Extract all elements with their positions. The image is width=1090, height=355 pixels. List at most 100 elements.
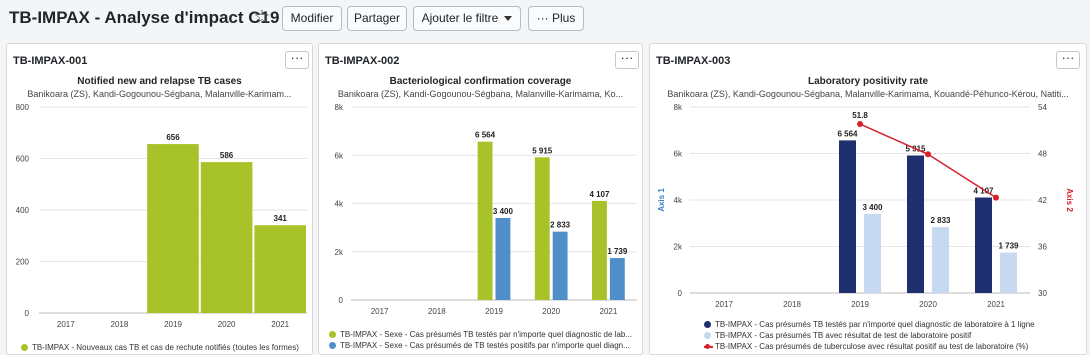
data-label: 4 107 <box>589 190 610 199</box>
legend-label: TB-IMPAX - Cas présumés TB avec résultat… <box>715 331 972 340</box>
data-label: 2 833 <box>550 221 571 230</box>
x-tick-label: 2018 <box>111 320 129 329</box>
y-tick-label: 0 <box>339 296 344 305</box>
bar <box>907 155 924 293</box>
data-label: 1 739 <box>607 247 628 256</box>
combo-chart: 0 2k 4k 6k 8k 30 36 42 48 54 Axis 1 Axis 2 2017 2018 2… <box>657 103 1074 309</box>
y-axis-label: Axis 1 <box>657 188 666 212</box>
y-tick-label: 6k <box>674 150 683 159</box>
x-tick-label: 2018 <box>428 307 446 316</box>
legend-item[interactable]: TB-IMPAX - Nouveaux cas TB et cas de rec… <box>21 342 311 353</box>
legend-label: TB-IMPAX - Sexe - Cas présumés TB testés… <box>340 330 633 339</box>
bar <box>477 141 493 300</box>
bar <box>552 231 568 300</box>
bar <box>932 227 949 293</box>
chart-legend: TB-IMPAX - Nouveaux cas TB et cas de rec… <box>21 342 311 353</box>
chart-card-tb-impax-003: TB-IMPAX-003 ··· Laboratory positivity r… <box>649 43 1087 355</box>
add-filter-button[interactable]: Ajouter le filtre <box>413 6 521 31</box>
chart-card-tb-impax-001: TB-IMPAX-001 ··· Notified new and relaps… <box>6 43 313 355</box>
bar <box>592 200 607 300</box>
y-tick-label: 2k <box>674 243 683 252</box>
legend-label: TB-IMPAX - Sexe - Cas présumés de TB tes… <box>340 341 630 350</box>
legend-item[interactable]: TB-IMPAX - Sexe - Cas présumés de TB tes… <box>329 340 639 351</box>
y-tick-label: 8k <box>335 103 344 112</box>
data-label: 6 564 <box>837 129 858 138</box>
legend-item[interactable]: TB-IMPAX - Cas présumés TB testés par n'… <box>704 319 1084 330</box>
legend-swatch <box>704 344 713 349</box>
data-label: 51.8 <box>852 111 868 120</box>
x-tick-label: 2017 <box>371 307 389 316</box>
dashboard-title: TB-IMPAX - Analyse d'impact C19 <box>9 8 280 27</box>
data-label: 5 915 <box>532 146 553 155</box>
data-label: 1 739 <box>998 242 1019 251</box>
bar-chart: 0 2k 4k 6k 8k 2017 2018 2019 2020 2021 6 564 5 915 4… <box>335 103 637 316</box>
caret-down-icon <box>504 16 513 22</box>
x-tick-label: 2019 <box>485 307 503 316</box>
data-label: 3 400 <box>493 207 514 216</box>
y-tick-label: 2k <box>335 248 344 257</box>
bar-chart: 0 200 400 600 800 2017 2018 2019 2020 2021 656 586 3… <box>16 103 307 329</box>
x-tick-label: 2020 <box>218 320 236 329</box>
legend-item[interactable]: TB-IMPAX - Sexe - Cas présumés TB testés… <box>329 329 639 340</box>
legend-swatch <box>329 331 336 338</box>
y-tick-label: 8k <box>674 103 683 112</box>
data-label: 6 564 <box>475 131 496 140</box>
legend-label: TB-IMPAX - Cas présumés TB testés par n'… <box>715 320 1035 329</box>
y-tick-label: 6k <box>335 151 344 160</box>
y-tick-label: 4k <box>674 196 683 205</box>
y2-tick-label: 36 <box>1038 243 1047 252</box>
bar <box>495 217 511 300</box>
bar <box>254 225 306 313</box>
bar <box>609 258 625 300</box>
x-tick-label: 2017 <box>57 320 75 329</box>
data-label: 586 <box>220 151 234 160</box>
bar <box>975 197 992 293</box>
y2-tick-label: 42 <box>1038 196 1047 205</box>
y-tick-label: 600 <box>16 155 30 164</box>
legend-swatch <box>329 342 336 349</box>
dashboard-header: TB-IMPAX - Analyse d'impact C19 ☆ Modifi… <box>0 0 1090 38</box>
x-tick-label: 2021 <box>271 320 289 329</box>
chart-card-tb-impax-002: TB-IMPAX-002 ··· Bacteriological confirm… <box>318 43 643 355</box>
data-label: 3 400 <box>862 203 883 212</box>
bar <box>200 162 253 313</box>
bar <box>534 157 550 300</box>
y-tick-label: 200 <box>16 258 30 267</box>
data-label: 341 <box>274 214 288 223</box>
legend-swatch <box>704 321 711 328</box>
share-button[interactable]: Partager <box>347 6 407 31</box>
line-point <box>857 121 863 128</box>
bar <box>839 140 856 293</box>
bar <box>864 213 881 293</box>
x-tick-label: 2019 <box>851 300 869 309</box>
chart-legend: TB-IMPAX - Sexe - Cas présumés TB testés… <box>329 329 639 351</box>
legend-label: TB-IMPAX - Nouveaux cas TB et cas de rec… <box>32 343 299 352</box>
modify-button[interactable]: Modifier <box>282 6 342 31</box>
legend-label: TB-IMPAX - Cas présumés de tuberculose a… <box>715 342 1029 351</box>
x-tick-label: 2020 <box>542 307 560 316</box>
chart-legend: TB-IMPAX - Cas présumés TB testés par n'… <box>704 319 1084 352</box>
x-tick-label: 2018 <box>783 300 801 309</box>
y-tick-label: 0 <box>25 309 30 318</box>
legend-item[interactable]: TB-IMPAX - Cas présumés de tuberculose a… <box>704 341 1084 352</box>
legend-item[interactable]: TB-IMPAX - Cas présumés TB avec résultat… <box>704 330 1084 341</box>
y2-tick-label: 30 <box>1038 289 1047 298</box>
y2-tick-label: 54 <box>1038 103 1047 112</box>
data-label: 2 833 <box>930 216 951 225</box>
x-tick-label: 2019 <box>164 320 182 329</box>
line-point <box>993 194 999 201</box>
y-tick-label: 0 <box>678 289 683 298</box>
x-tick-label: 2021 <box>600 307 618 316</box>
bar <box>1000 252 1017 293</box>
bar <box>147 144 199 313</box>
legend-swatch <box>704 332 711 339</box>
y2-axis-label: Axis 2 <box>1065 188 1074 212</box>
y2-tick-label: 48 <box>1038 150 1047 159</box>
x-tick-label: 2021 <box>987 300 1005 309</box>
legend-swatch <box>21 344 28 351</box>
more-button[interactable]: ··· Plus <box>528 6 584 31</box>
star-icon[interactable]: ☆ <box>252 8 272 28</box>
x-tick-label: 2017 <box>715 300 733 309</box>
y-tick-label: 4k <box>335 200 344 209</box>
line-point <box>925 151 931 158</box>
